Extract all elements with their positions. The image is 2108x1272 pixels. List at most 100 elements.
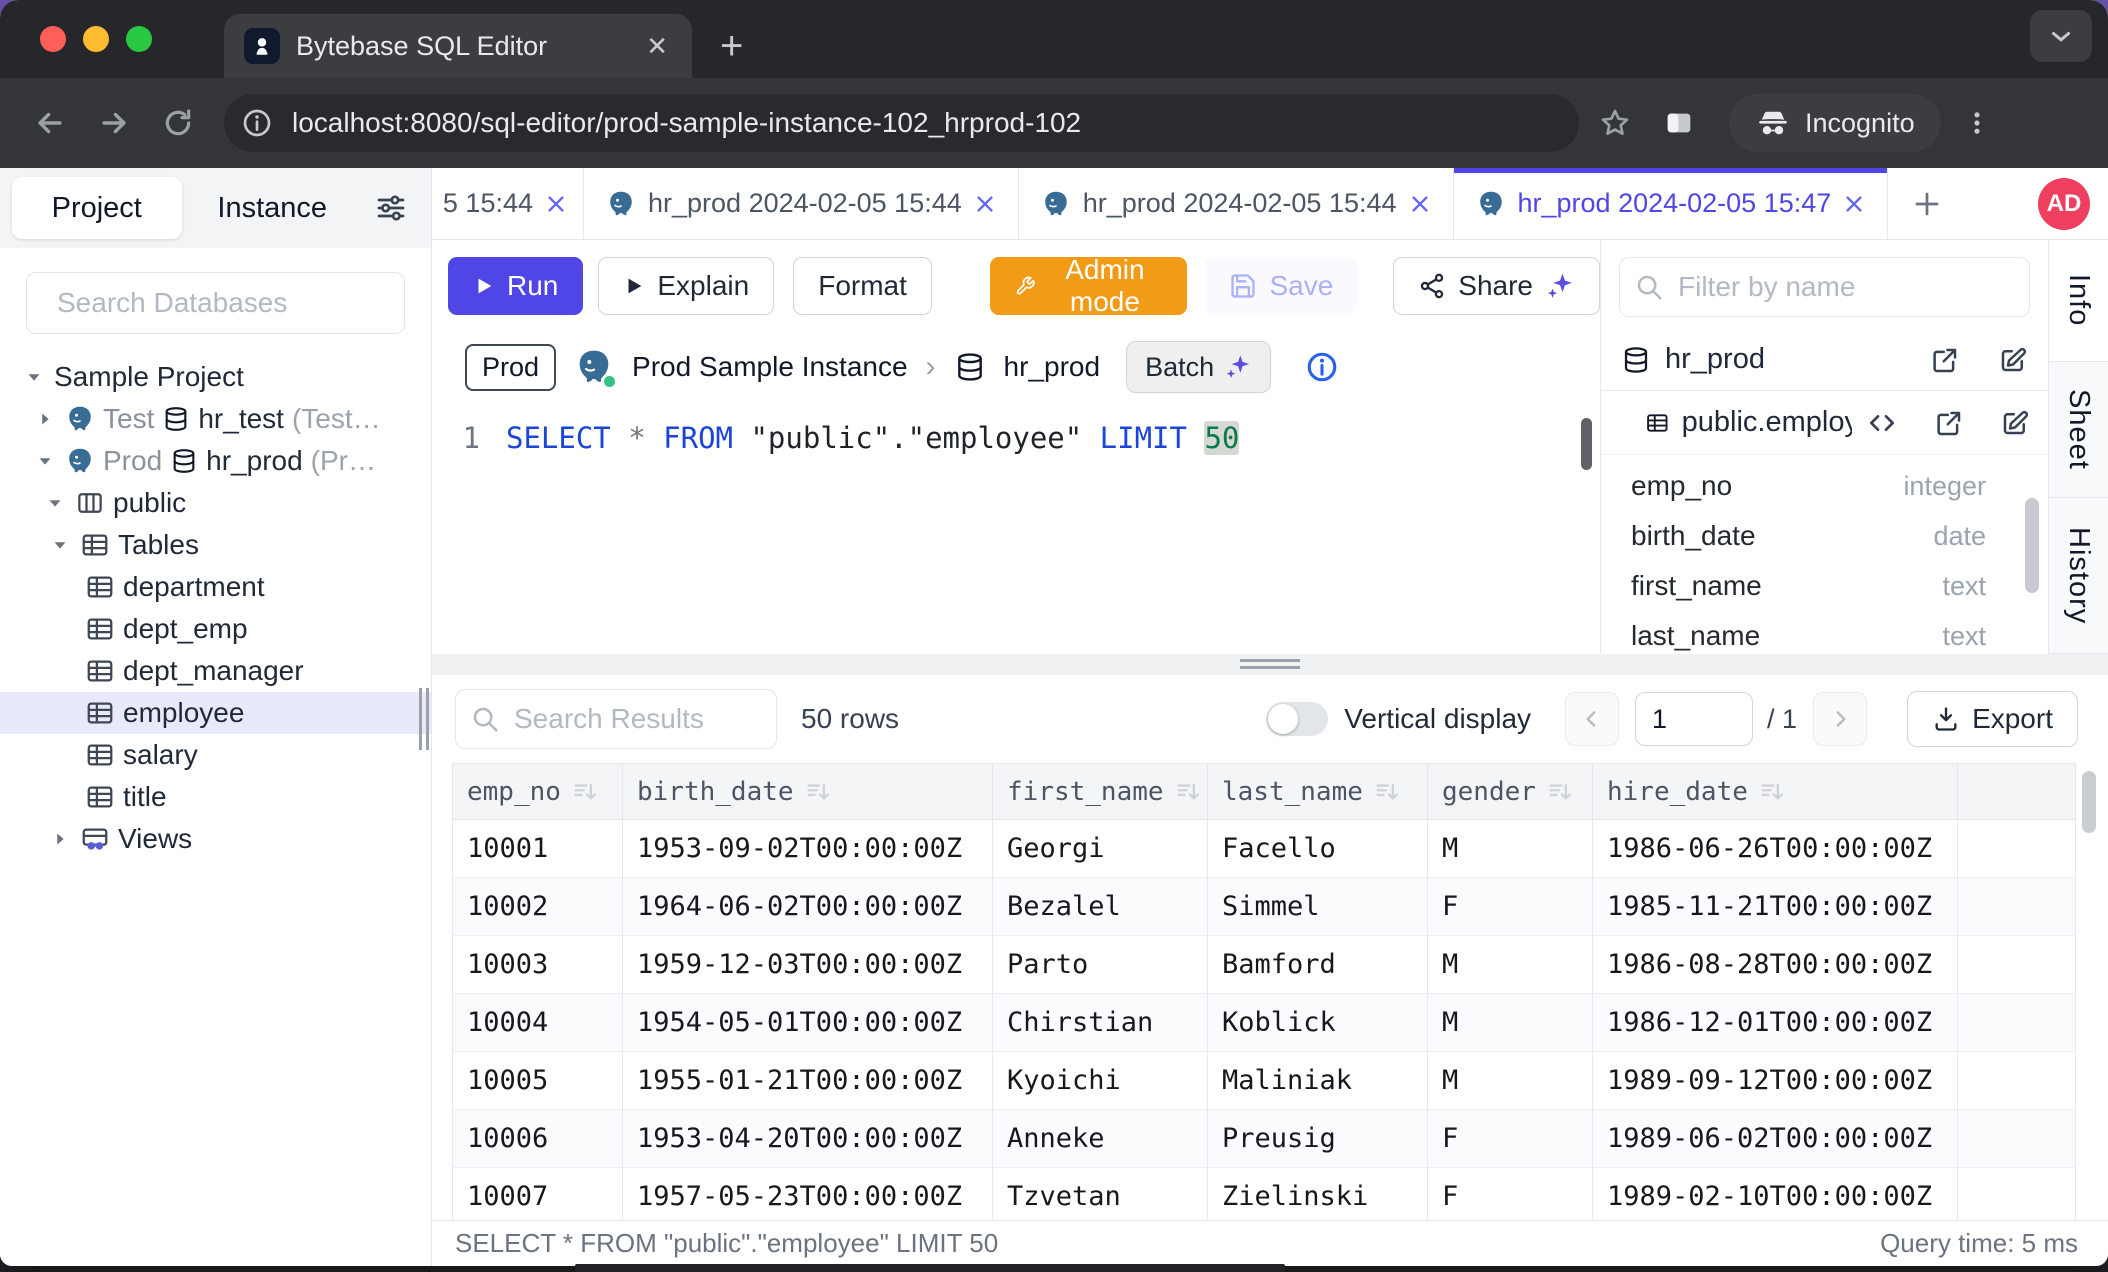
sidebar-resize-handle[interactable] bbox=[419, 688, 429, 750]
cell-first_name[interactable]: Bezalel bbox=[993, 878, 1208, 936]
cell-birth_date[interactable]: 1959-12-03T00:00:00Z bbox=[623, 936, 993, 994]
cell-birth_date[interactable]: 1957-05-23T00:00:00Z bbox=[623, 1168, 993, 1220]
open-table-icon[interactable] bbox=[1934, 408, 1964, 438]
view-ddl-icon[interactable] bbox=[1866, 407, 1898, 439]
worksheet-tab-1[interactable]: 5 15:44 bbox=[432, 168, 584, 239]
cell-emp_no[interactable]: 10005 bbox=[453, 1052, 623, 1110]
connection-info-icon[interactable] bbox=[1305, 350, 1339, 384]
sidebar-settings-icon[interactable] bbox=[363, 192, 419, 224]
minimize-window-button[interactable] bbox=[83, 26, 109, 52]
cell-hire_date[interactable]: 1986-08-28T00:00:00Z bbox=[1593, 936, 1958, 994]
close-tab-icon[interactable] bbox=[1843, 193, 1865, 215]
close-tab-icon[interactable] bbox=[974, 193, 996, 215]
edit-database-icon[interactable] bbox=[1998, 345, 2028, 375]
panel-divider[interactable] bbox=[432, 654, 2108, 675]
share-button[interactable]: Share bbox=[1393, 257, 1600, 315]
schema-filter[interactable] bbox=[1619, 257, 2030, 317]
cell-gender[interactable]: F bbox=[1428, 1168, 1593, 1220]
prev-page-button[interactable] bbox=[1565, 692, 1619, 746]
cell-gender[interactable]: M bbox=[1428, 994, 1593, 1052]
tree-item-hr-prod[interactable]: Prodhr_prod(Pr… bbox=[0, 440, 431, 482]
cell-birth_date[interactable]: 1964-06-02T00:00:00Z bbox=[623, 878, 993, 936]
page-number-input[interactable] bbox=[1635, 692, 1753, 746]
zoom-window-button[interactable] bbox=[126, 26, 152, 52]
results-scrollbar[interactable] bbox=[2082, 771, 2096, 833]
cell-hire_date[interactable]: 1986-06-26T00:00:00Z bbox=[1593, 820, 1958, 878]
cell-first_name[interactable]: Tzvetan bbox=[993, 1168, 1208, 1220]
chevron-down-icon[interactable] bbox=[43, 492, 67, 514]
cell-first_name[interactable]: Chirstian bbox=[993, 994, 1208, 1052]
url-field[interactable]: localhost:8080/sql-editor/prod-sample-in… bbox=[224, 94, 1579, 152]
save-button[interactable]: Save bbox=[1205, 257, 1357, 315]
forward-icon[interactable] bbox=[86, 95, 142, 151]
explain-button[interactable]: Explain bbox=[598, 257, 774, 315]
column-header-first_name[interactable]: first_name bbox=[993, 764, 1208, 820]
bookmark-star-icon[interactable] bbox=[1587, 95, 1643, 151]
worksheet-tab-4[interactable]: hr_prod 2024-02-05 15:47 bbox=[1454, 168, 1889, 239]
cell-gender[interactable]: M bbox=[1428, 820, 1593, 878]
tree-item-hr-test[interactable]: Testhr_test(Test… bbox=[0, 398, 431, 440]
database-name[interactable]: hr_prod bbox=[1004, 351, 1101, 383]
back-icon[interactable] bbox=[22, 95, 78, 151]
instance-name[interactable]: Prod Sample Instance bbox=[632, 351, 908, 383]
cell-emp_no[interactable]: 10001 bbox=[453, 820, 623, 878]
column-header-gender[interactable]: gender bbox=[1428, 764, 1593, 820]
cell-emp_no[interactable]: 10003 bbox=[453, 936, 623, 994]
cell-last_name[interactable]: Zielinski bbox=[1208, 1168, 1428, 1220]
sort-icon[interactable] bbox=[1758, 778, 1786, 806]
cell-hire_date[interactable]: 1989-09-12T00:00:00Z bbox=[1593, 1052, 1958, 1110]
column-header-emp_no[interactable]: emp_no bbox=[453, 764, 623, 820]
editor-scrollbar[interactable] bbox=[1581, 418, 1592, 470]
database-search-input[interactable] bbox=[55, 286, 420, 320]
chevron-down-icon[interactable] bbox=[48, 534, 72, 556]
cell-hire_date[interactable]: 1985-11-21T00:00:00Z bbox=[1593, 878, 1958, 936]
admin-mode-button[interactable]: Admin mode bbox=[990, 257, 1188, 315]
close-window-button[interactable] bbox=[40, 26, 66, 52]
cell-emp_no[interactable]: 10004 bbox=[453, 994, 623, 1052]
cell-first_name[interactable]: Anneke bbox=[993, 1110, 1208, 1168]
chevron-down-icon[interactable] bbox=[33, 450, 57, 472]
tree-item-department[interactable]: department bbox=[0, 566, 431, 608]
browser-tab[interactable]: Bytebase SQL Editor ✕ bbox=[224, 14, 692, 78]
next-page-button[interactable] bbox=[1813, 692, 1867, 746]
tree-item-views[interactable]: Views bbox=[0, 818, 431, 860]
cell-gender[interactable]: M bbox=[1428, 1052, 1593, 1110]
cell-gender[interactable]: F bbox=[1428, 1110, 1593, 1168]
site-info-icon[interactable] bbox=[234, 100, 280, 146]
side-tab-info[interactable]: Info bbox=[2049, 240, 2108, 362]
cell-first_name[interactable]: Kyoichi bbox=[993, 1052, 1208, 1110]
browser-menu-icon[interactable] bbox=[1949, 95, 2005, 151]
worksheet-tab-3[interactable]: hr_prod 2024-02-05 15:44 bbox=[1019, 168, 1454, 239]
cell-last_name[interactable]: Koblick bbox=[1208, 994, 1428, 1052]
divider-drag-handle[interactable] bbox=[1240, 659, 1300, 673]
cell-birth_date[interactable]: 1955-01-21T00:00:00Z bbox=[623, 1052, 993, 1110]
cell-emp_no[interactable]: 10006 bbox=[453, 1110, 623, 1168]
cell-first_name[interactable]: Georgi bbox=[993, 820, 1208, 878]
schema-database-row[interactable]: hr_prod bbox=[1601, 329, 2048, 391]
cell-gender[interactable]: F bbox=[1428, 878, 1593, 936]
export-button[interactable]: Export bbox=[1907, 691, 2078, 747]
sort-icon[interactable] bbox=[571, 778, 599, 806]
batch-mode-button[interactable]: Batch bbox=[1126, 341, 1271, 393]
chevron-right-icon[interactable] bbox=[48, 828, 72, 850]
sidebar-tab-project[interactable]: Project bbox=[12, 177, 182, 239]
sql-editor[interactable]: 1 SELECT * FROM "public"."employee" LIMI… bbox=[432, 402, 1600, 654]
side-tab-sheet[interactable]: Sheet bbox=[2049, 362, 2108, 498]
cell-gender[interactable]: M bbox=[1428, 936, 1593, 994]
cell-last_name[interactable]: Simmel bbox=[1208, 878, 1428, 936]
cell-emp_no[interactable]: 10002 bbox=[453, 878, 623, 936]
run-button[interactable]: Run bbox=[448, 257, 583, 315]
browser-tab-close-icon[interactable]: ✕ bbox=[642, 31, 672, 62]
database-search[interactable] bbox=[26, 272, 405, 334]
cell-last_name[interactable]: Preusig bbox=[1208, 1110, 1428, 1168]
schema-table-row[interactable]: public.employe bbox=[1601, 391, 2048, 455]
sort-icon[interactable] bbox=[804, 778, 832, 806]
close-tab-icon[interactable] bbox=[1409, 193, 1431, 215]
open-database-icon[interactable] bbox=[1930, 345, 1960, 375]
sidebar-tab-instance[interactable]: Instance bbox=[188, 177, 358, 239]
cell-emp_no[interactable]: 10007 bbox=[453, 1168, 623, 1220]
tab-search-chevron-button[interactable] bbox=[2030, 10, 2092, 62]
cell-birth_date[interactable]: 1953-04-20T00:00:00Z bbox=[623, 1110, 993, 1168]
schema-panel-scrollbar[interactable] bbox=[2025, 498, 2039, 593]
tree-item-tables[interactable]: Tables bbox=[0, 524, 431, 566]
